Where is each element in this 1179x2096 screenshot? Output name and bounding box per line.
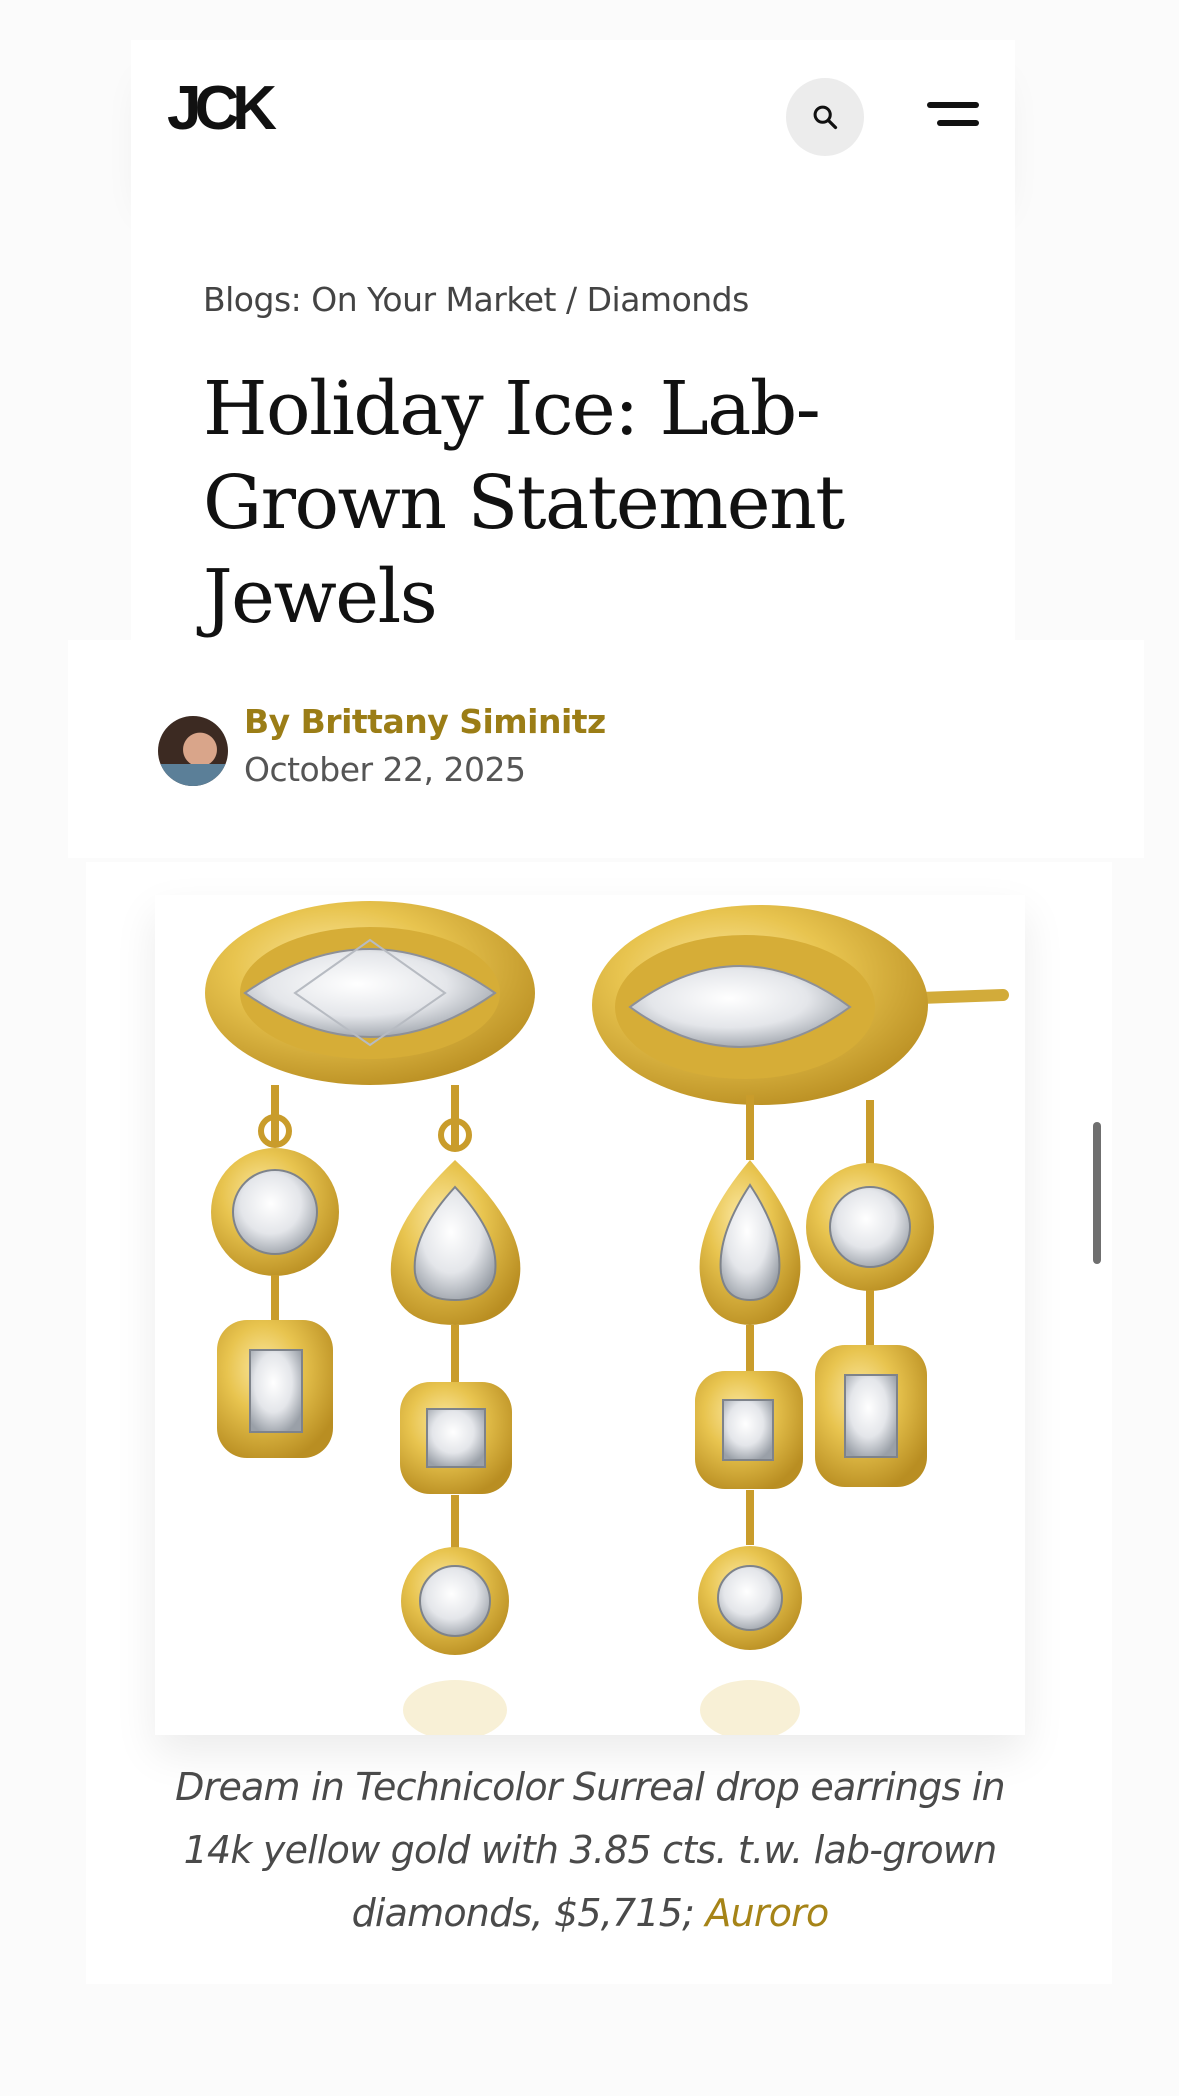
menu-line-bottom — [937, 120, 979, 126]
breadcrumb: Blogs: On Your Market / Diamonds — [203, 280, 749, 319]
jck-logo[interactable]: JCK — [167, 78, 277, 140]
byline: By Brittany Siminitz October 22, 2025 — [68, 640, 1144, 858]
breadcrumb-separator: / — [566, 280, 577, 319]
search-button[interactable] — [786, 78, 864, 156]
left-earring — [205, 901, 535, 1655]
caption-brand-link[interactable]: Auroro — [705, 1891, 829, 1935]
earrings-illustration — [205, 901, 1009, 1735]
article-header: Blogs: On Your Market / Diamonds Holiday… — [131, 202, 1015, 642]
right-earring — [592, 905, 1009, 1650]
breadcrumb-section-link[interactable]: Blogs: On Your Market — [203, 280, 557, 319]
site-header: JCK — [131, 40, 1015, 202]
earrings-image[interactable] — [155, 895, 1025, 1735]
publish-date: October 22, 2025 — [244, 750, 526, 789]
scrollbar-thumb[interactable] — [1093, 1122, 1101, 1264]
caption-text: Dream in Technicolor Surreal drop earrin… — [175, 1765, 1005, 1935]
hamburger-menu-button[interactable] — [927, 98, 983, 138]
author-avatar[interactable] — [158, 716, 228, 786]
article-title: Holiday Ice: Lab-Grown Statement Jewels — [203, 366, 845, 640]
menu-line-top — [927, 102, 979, 108]
breadcrumb-category-link[interactable]: Diamonds — [587, 280, 750, 319]
article-page: JCK Blogs: On Your Market / Diamonds Hol… — [0, 0, 1179, 2096]
author-link[interactable]: By Brittany Siminitz — [244, 702, 606, 741]
image-caption: Dream in Technicolor Surreal drop earrin… — [150, 1756, 1030, 1945]
search-icon — [813, 105, 838, 130]
